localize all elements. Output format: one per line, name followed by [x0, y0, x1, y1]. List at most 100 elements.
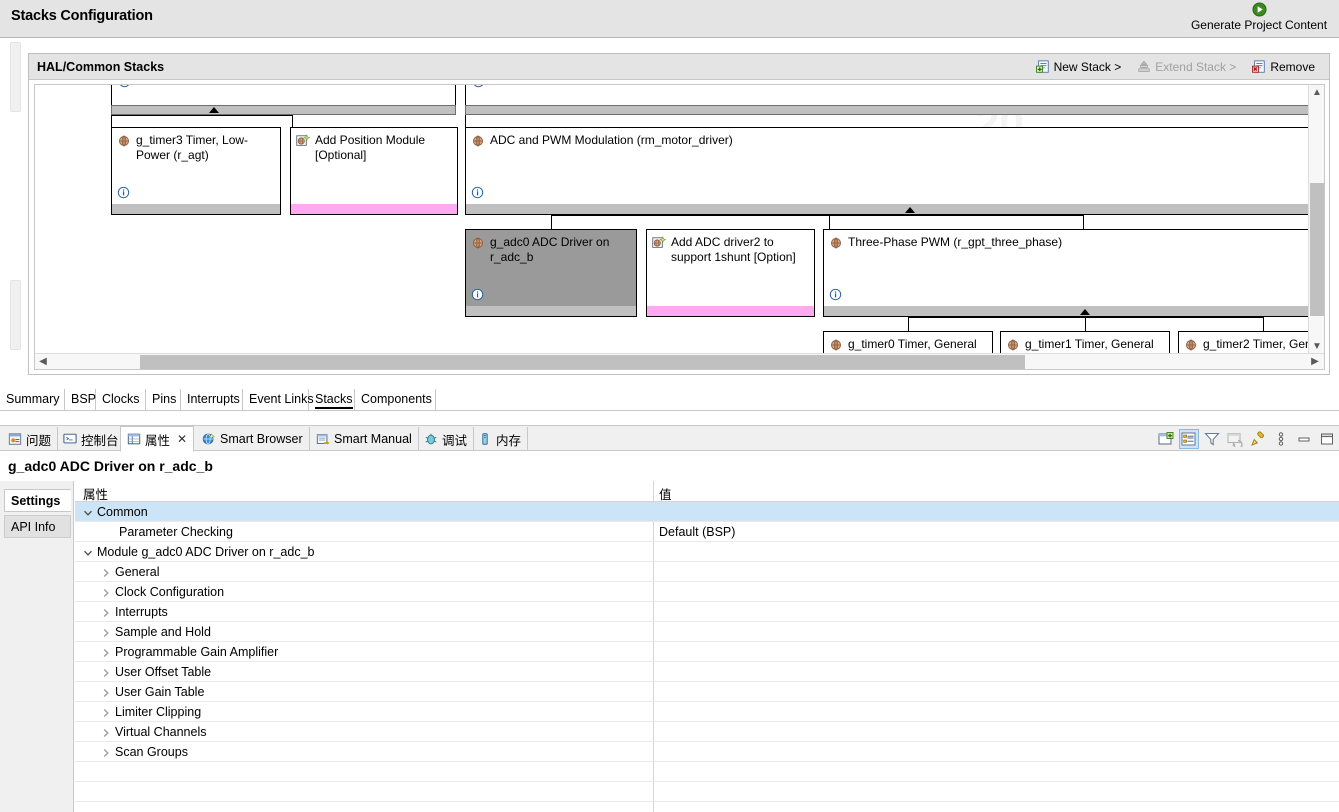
side-tab-api-info[interactable]: API Info — [4, 515, 71, 538]
console-icon — [63, 433, 77, 444]
tab-event-links[interactable]: Event Links — [243, 389, 314, 410]
module-box-g_adc0[interactable]: g_adc0 ADC Driver on r_adc_b — [465, 229, 637, 317]
info-icon[interactable] — [117, 186, 130, 199]
view-tab-debug[interactable]: 调试 — [418, 427, 475, 451]
extend-stack-button[interactable]: Extend Stack > — [1129, 58, 1244, 76]
scroll-up-arrow[interactable]: ▲ — [1309, 85, 1324, 101]
show-categories-icon[interactable] — [1179, 429, 1199, 449]
scroll-thumb-top[interactable] — [10, 42, 21, 112]
pin-icon[interactable] — [1248, 429, 1268, 449]
module-title: g_timer3 Timer, Low-Power (r_agt) — [136, 133, 249, 162]
view-tab-problems[interactable]: 问题 — [2, 427, 59, 451]
info-icon[interactable] — [472, 85, 485, 88]
table-row[interactable]: Scan Groups — [75, 742, 1339, 762]
property-label: Limiter Clipping — [115, 705, 202, 719]
chevron-down-icon[interactable] — [83, 507, 93, 517]
chevron-right-icon[interactable] — [101, 587, 111, 597]
chevron-right-icon[interactable] — [101, 727, 111, 737]
table-row[interactable]: Limiter Clipping — [75, 702, 1339, 722]
info-icon[interactable] — [471, 186, 484, 199]
diagram-horizontal-scrollbar[interactable]: ◀ ▶ — [35, 353, 1324, 369]
module-box-adc-pwm-modulation[interactable]: ADC and PWM Modulation (rm_motor_driver) — [465, 127, 1309, 215]
stacks-diagram-canvas[interactable]: ADC 20 — [35, 85, 1309, 355]
tab-stacks[interactable]: Stacks — [309, 389, 355, 410]
vertical-scroll-thumb[interactable] — [1310, 183, 1324, 316]
module-box-g_timer0[interactable]: g_timer0 Timer, General PWM (r_gpt) — [823, 331, 993, 355]
module-box-g_timer1[interactable]: g_timer1 Timer, General PWM (r_gpt) — [1000, 331, 1170, 355]
info-icon[interactable] — [471, 288, 484, 301]
table-row[interactable]: Programmable Gain Amplifier — [75, 642, 1339, 662]
chevron-right-icon[interactable] — [101, 747, 111, 757]
view-tab-smart-manual[interactable]: Smart Manual — [310, 427, 419, 451]
tab-bsp[interactable]: BSP — [65, 389, 96, 410]
view-tab-memory[interactable]: 内存 — [472, 427, 529, 451]
remove-stack-button[interactable]: Remove — [1244, 58, 1323, 76]
tab-pins[interactable]: Pins — [146, 389, 181, 410]
property-label: General — [115, 565, 160, 579]
properties-table-header: 属性 值 — [75, 481, 1339, 502]
module-box-three-phase-pwm[interactable]: Three-Phase PWM (r_gpt_three_phase) — [823, 229, 1309, 317]
chevron-right-icon[interactable] — [101, 667, 111, 677]
scroll-left-arrow[interactable]: ◀ — [35, 354, 51, 369]
table-row[interactable]: Common — [75, 502, 1339, 522]
view-tab-label: Smart Browser — [220, 432, 303, 446]
memory-icon — [482, 433, 488, 445]
info-icon[interactable] — [829, 288, 842, 301]
diagram-vertical-scrollbar[interactable]: ▲ ▼ — [1308, 85, 1324, 355]
module-box-g_timer3[interactable]: g_timer3 Timer, Low-Power (r_agt) — [111, 127, 281, 215]
chevron-right-icon[interactable] — [101, 687, 111, 697]
module-box-g_timer2[interactable]: g_timer2 Timer, General PWM (r_gp — [1178, 331, 1309, 355]
tab-interrupts[interactable]: Interrupts — [181, 389, 243, 410]
maximize-icon[interactable] — [1317, 429, 1337, 449]
tab-components[interactable]: Components — [355, 389, 436, 410]
chevron-right-icon[interactable] — [101, 647, 111, 657]
module-box-partial-right[interactable] — [465, 85, 1309, 105]
tab-label: BSP — [71, 392, 97, 406]
table-row[interactable]: Parameter Checking Default (BSP) — [75, 522, 1339, 542]
connector-arrow-left — [209, 107, 219, 113]
stacks-action-group: New Stack > Extend Stack > Remove — [1028, 58, 1323, 76]
chevron-right-icon[interactable] — [101, 607, 111, 617]
restore-defaults-icon[interactable] — [1225, 429, 1245, 449]
view-toolbar — [1156, 429, 1337, 449]
tab-summary[interactable]: Summary — [0, 389, 65, 410]
view-tab-smart-browser[interactable]: Smart Browser — [196, 427, 310, 451]
generate-project-content-label: Generate Project Content — [1190, 18, 1328, 32]
chevron-down-icon[interactable] — [83, 547, 93, 557]
minimize-icon[interactable] — [1294, 429, 1314, 449]
property-value[interactable]: Default (BSP) — [659, 525, 735, 539]
table-row[interactable]: Sample and Hold — [75, 622, 1339, 642]
table-row[interactable]: User Gain Table — [75, 682, 1339, 702]
side-tab-settings[interactable]: Settings — [4, 489, 71, 512]
view-tab-console[interactable]: 控制台 — [57, 427, 126, 451]
table-row[interactable]: Clock Configuration — [75, 582, 1339, 602]
table-row[interactable]: Interrupts — [75, 602, 1339, 622]
editor-outer-scrollbar[interactable] — [8, 42, 22, 382]
module-box-partial-left[interactable] — [111, 85, 456, 105]
filter-icon[interactable] — [1202, 429, 1222, 449]
scroll-right-arrow[interactable]: ▶ — [1307, 354, 1323, 369]
scroll-thumb-bottom[interactable] — [10, 280, 21, 350]
module-box-add-position[interactable]: Add Position Module [Optional] — [290, 127, 458, 215]
view-tab-properties[interactable]: 属性 ✕ — [120, 426, 195, 452]
chevron-right-icon[interactable] — [101, 707, 111, 717]
table-row[interactable]: Module g_adc0 ADC Driver on r_adc_b — [75, 542, 1339, 562]
table-row[interactable]: General — [75, 562, 1339, 582]
chevron-right-icon[interactable] — [101, 627, 111, 637]
tab-clocks[interactable]: Clocks — [96, 389, 146, 410]
connector-bar-left — [111, 105, 456, 115]
chevron-right-icon[interactable] — [101, 567, 111, 577]
horizontal-scroll-thumb[interactable] — [140, 355, 1025, 369]
view-tab-label: 调试 — [442, 433, 468, 448]
table-row[interactable]: User Offset Table — [75, 662, 1339, 682]
side-tab-label: API Info — [11, 520, 56, 534]
table-row[interactable]: Virtual Channels — [75, 722, 1339, 742]
module-box-add-adc-driver2[interactable]: Add ADC driver2 to support 1shunt [Optio… — [646, 229, 815, 317]
close-icon[interactable]: ✕ — [177, 432, 187, 446]
new-view-icon[interactable] — [1156, 429, 1176, 449]
generate-project-content-button[interactable]: Generate Project Content — [1183, 1, 1335, 37]
view-menu-icon[interactable] — [1271, 429, 1291, 449]
connector-line — [1085, 317, 1086, 331]
info-icon[interactable] — [118, 85, 131, 88]
new-stack-button[interactable]: New Stack > — [1028, 58, 1130, 76]
